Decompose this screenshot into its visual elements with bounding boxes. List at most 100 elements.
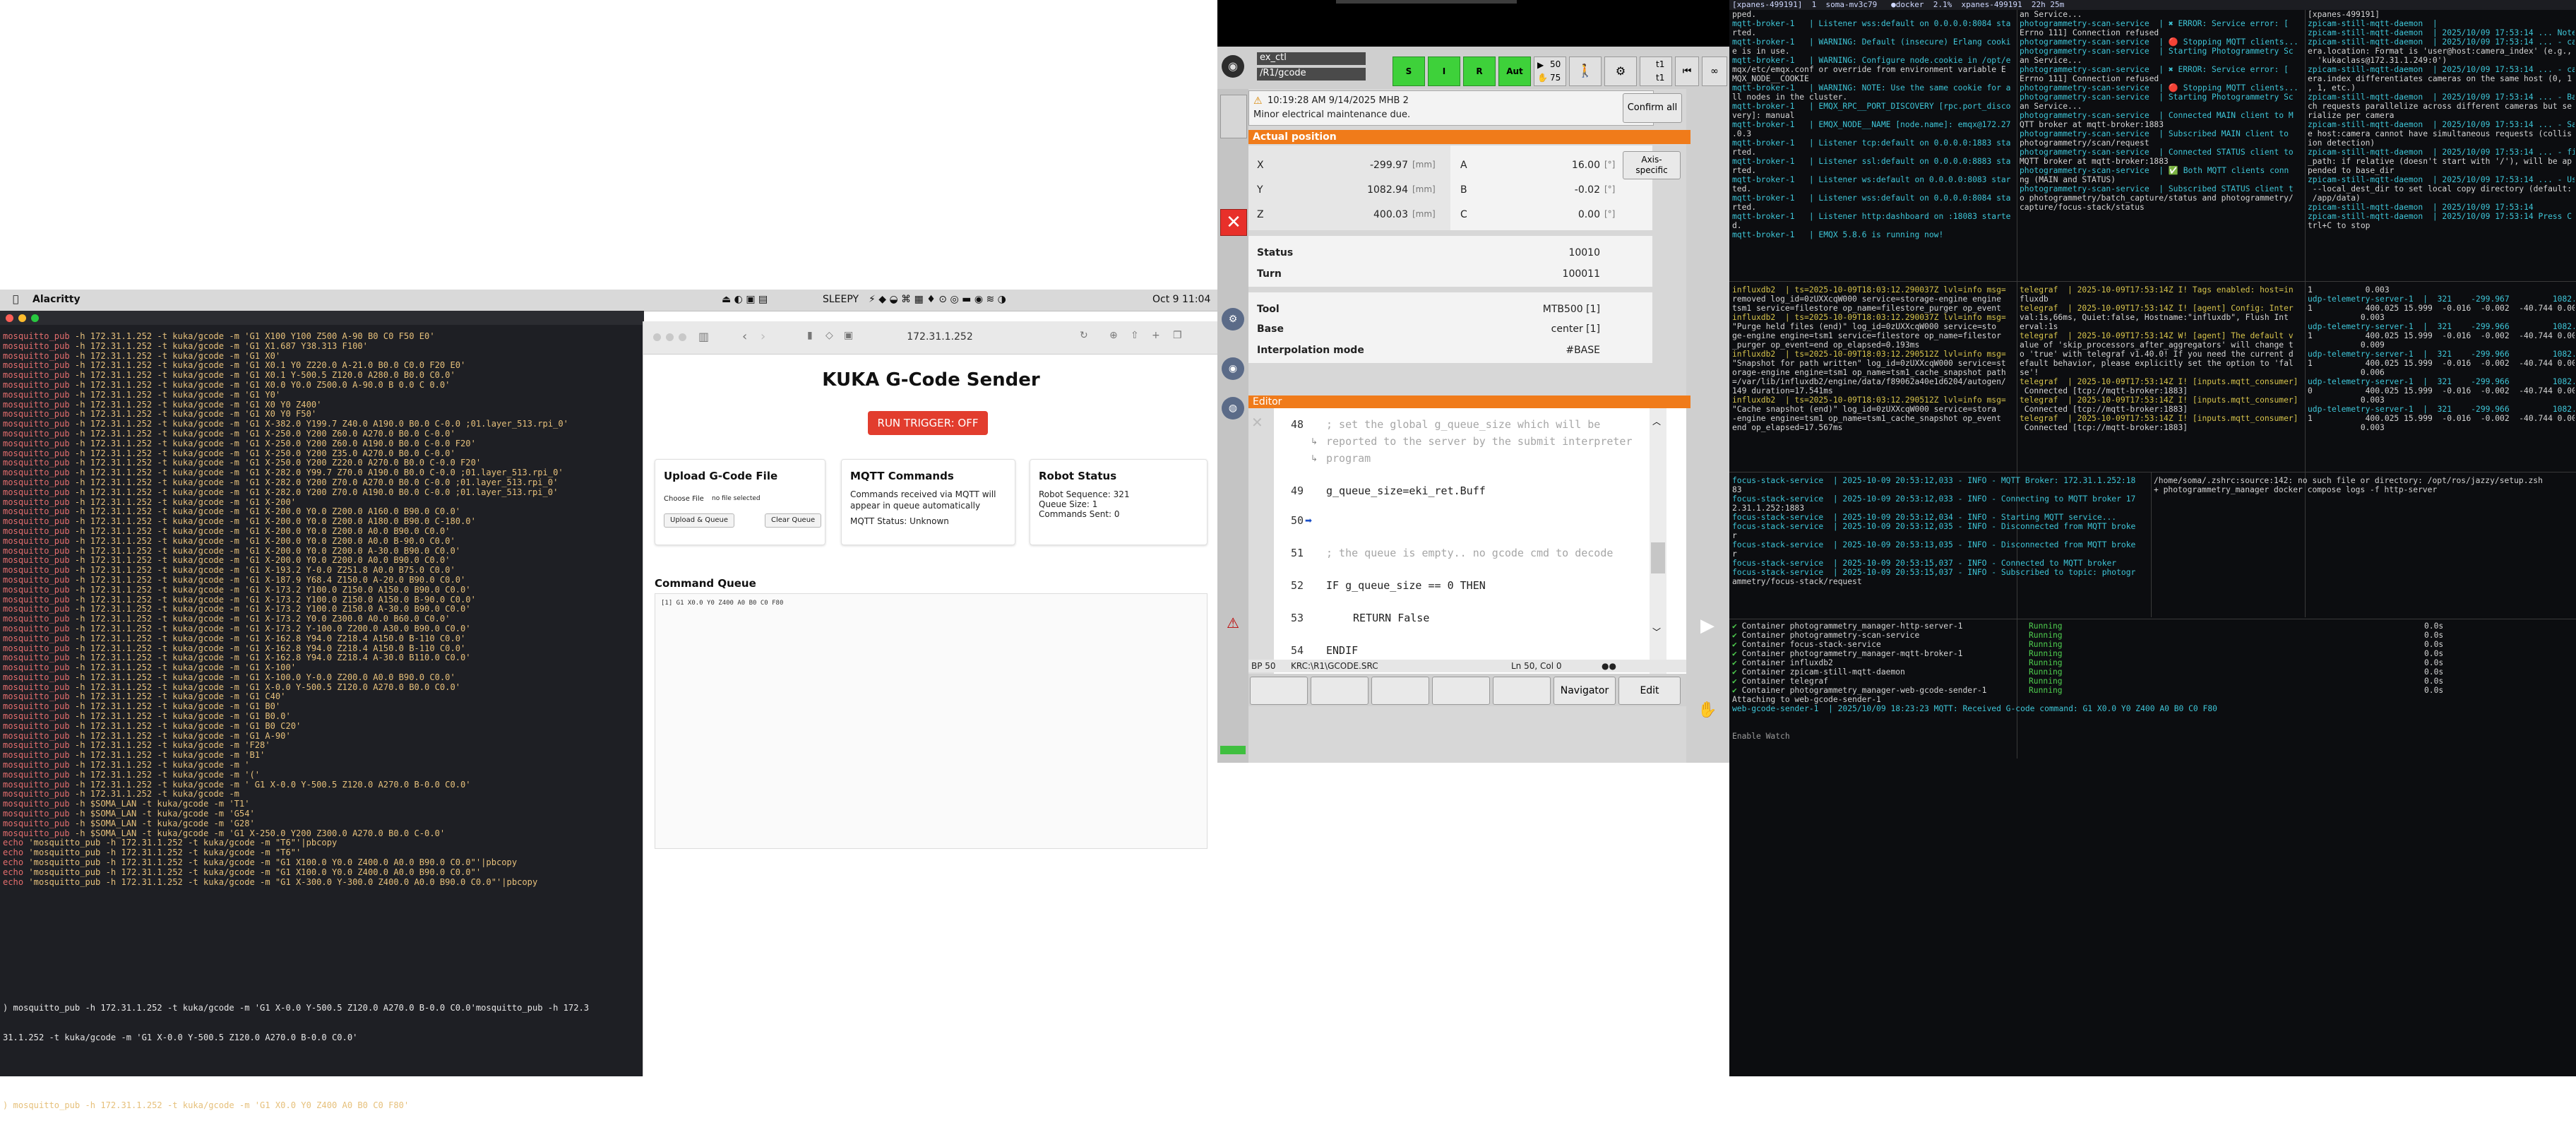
axis-y-unit: [mm]: [1412, 184, 1436, 194]
pane-shell[interactable]: /home/soma/.zshrc:source:142: no such fi…: [2154, 476, 2575, 617]
alacritty-window[interactable]: mosquitto_pub -h 172.31.1.252 -t kuka/gc…: [0, 311, 644, 1110]
container-time: 0.0s: [2424, 658, 2444, 667]
status-button-s[interactable]: S: [1393, 56, 1425, 86]
axis-a-label: A: [1460, 160, 1467, 171]
navigator-button[interactable]: Navigator: [1554, 677, 1616, 705]
new-tab-icon[interactable]: +: [1152, 330, 1160, 341]
jog-indicator[interactable]: t1 t1: [1640, 56, 1672, 86]
log-line: o 'true' with telegraf v1.40.0! If you n…: [2020, 350, 2294, 359]
status-button-aut[interactable]: Aut: [1498, 56, 1531, 86]
menubar-status-text[interactable]: SLEEPY: [823, 294, 859, 305]
apple-icon[interactable]: : [13, 294, 18, 305]
pane-telegraf[interactable]: telegraf | 2025-10-09T17:53:14Z I! Tags …: [2020, 285, 2302, 469]
history-line: mosquitto_pub -h 172.31.1.252 -t kuka/gc…: [3, 545, 461, 556]
download-icon[interactable]: ⊕: [1109, 330, 1118, 341]
pane-web-gcode-sender[interactable]: ✔ Container photogrammetry_manager-http-…: [1732, 622, 2572, 763]
mac-menubar:  Alacritty ⏏ ◐ ▣ ▤ SLEEPY ⚡ ◆ ◒ ⌘ ▦ ♦ ⊙…: [0, 290, 1217, 311]
zoom-button[interactable]: [31, 314, 39, 322]
terminal-prompt-area[interactable]: ) mosquitto_pub -h 172.31.1.252 -t kuka/…: [3, 983, 642, 1130]
kuka-robot-icon[interactable]: ◉: [1222, 357, 1244, 380]
mqtt-card: MQTT Commands Commands received via MQTT…: [841, 459, 1015, 545]
start-icon[interactable]: ▶: [1693, 612, 1722, 640]
pane-udp-telemetry[interactable]: 1 0.003 udp-telemetry-server-1 | 321 -299…: [2308, 285, 2575, 469]
kuka-menu-icon[interactable]: ⚙: [1222, 308, 1244, 331]
softkey-5[interactable]: [1493, 677, 1551, 705]
bookmark-icon[interactable]: ▮: [807, 330, 813, 341]
close-button[interactable]: [6, 314, 13, 322]
minimize-button[interactable]: [18, 314, 26, 322]
upload-queue-button[interactable]: Upload & Queue: [664, 513, 735, 528]
log-line: zpicam-still-mqtt-daemon | 2025/10/09 17…: [2308, 28, 2575, 37]
close-button[interactable]: [653, 333, 661, 341]
container-row: ✔ Container photogrammetry-scan-service R…: [1732, 631, 2572, 640]
tray-icons[interactable]: ⚡ ◆ ◒ ⌘ ▦ ♦ ⊙ ◎ ▬ ◉ ≋ ◑: [869, 294, 1006, 305]
stop-icon[interactable]: ⚠: [1222, 612, 1244, 634]
status-button-i[interactable]: I: [1428, 56, 1460, 86]
infinity-icon[interactable]: ∞: [1702, 56, 1727, 86]
zoom-button[interactable]: [679, 333, 686, 341]
override-indicator[interactable]: ▶ 50 ✋ 75: [1534, 56, 1566, 86]
log-line: "Cache snapshot (end)" log_id=0zUXXcqW00…: [1732, 405, 1997, 414]
status-button-r[interactable]: R: [1463, 56, 1496, 86]
tab-overview-icon[interactable]: ❐: [1173, 330, 1182, 341]
softkey-1[interactable]: [1250, 677, 1308, 705]
program-path[interactable]: /R1/gcode: [1257, 68, 1366, 81]
history-line: mosquitto_pub -h 172.31.1.252 -t kuka/gc…: [3, 653, 471, 663]
container-name: Container photogrammetry_manager-mqtt-br…: [1741, 649, 1963, 658]
softkey-4[interactable]: [1432, 677, 1490, 705]
close-icon[interactable]: ✕: [1220, 209, 1247, 236]
kuka-logo-icon[interactable]: ◉: [1222, 55, 1244, 78]
side-key-group[interactable]: [1220, 95, 1247, 138]
softkey-3[interactable]: [1371, 677, 1429, 705]
sidebar-icon[interactable]: ▥: [698, 330, 709, 343]
jog-bottom: t1: [1656, 73, 1665, 83]
log-line: orage-engine engine=tsm1 op_name=tsm1_ca…: [1732, 368, 2006, 377]
axis-specific-button[interactable]: Axis- specific: [1623, 151, 1681, 179]
history-line: mosquitto_pub -h 172.31.1.252 -t kuka/gc…: [3, 477, 559, 487]
extension-icon[interactable]: ▣: [844, 330, 853, 341]
history-line: mosquitto_pub -h 172.31.1.252 -t kuka/gc…: [3, 448, 455, 458]
jog-mode-icon[interactable]: ⚙: [1604, 56, 1637, 86]
share-icon[interactable]: ⇧: [1131, 330, 1139, 341]
robot-icon[interactable]: 🚶: [1569, 56, 1602, 86]
pane-focus-stack[interactable]: focus-stack-service | 2025-10-09 20:53:1…: [1732, 476, 2149, 617]
reload-icon[interactable]: ↻: [1080, 330, 1088, 341]
softkey-2[interactable]: [1311, 677, 1368, 705]
status-value: 10010: [1568, 247, 1600, 258]
run-trigger-button[interactable]: RUN TRIGGER: OFF: [868, 411, 988, 435]
jog-hand-icon[interactable]: ✋: [1693, 696, 1722, 725]
scroll-down-icon[interactable]: ﹀: [1652, 626, 1661, 638]
shield-icon[interactable]: ◇: [825, 330, 833, 341]
pane-influxdb[interactable]: influxdb2 | ts=2025-10-09T18:03:12.29003…: [1732, 285, 2015, 469]
menubar-app-name[interactable]: Alacritty: [32, 294, 80, 305]
program-name[interactable]: ex_ctl: [1257, 52, 1366, 65]
clear-queue-button[interactable]: Clear Queue: [765, 513, 822, 528]
tmux-terminal[interactable]: [xpanes-499191] 1 soma-mv3c79 ●docker 2.…: [1729, 0, 2576, 1076]
choose-file-button[interactable]: Choose File: [664, 493, 704, 506]
log-line: udp-telemetry-server-1 | 321 -299.967 10…: [2308, 295, 2575, 304]
scroll-up-icon[interactable]: ︿: [1652, 415, 1661, 427]
address-bar[interactable]: 172.31.1.252: [869, 328, 1010, 345]
log-line: Attaching to web-gcode-sender-1: [1732, 695, 1881, 704]
confirm-all-button[interactable]: Confirm all: [1623, 93, 1682, 123]
forward-icon[interactable]: ›: [761, 329, 765, 344]
pane-photogrammetry-scan[interactable]: an Service... photogrammetry-scan-service…: [2020, 10, 2302, 264]
kuka-keyboard-icon[interactable]: ◍: [1222, 397, 1244, 420]
edit-button[interactable]: Edit: [1618, 677, 1681, 705]
increment-icon[interactable]: ⏮: [1675, 56, 1699, 86]
history-line: echo 'mosquitto_pub -h 172.31.1.252 -t k…: [3, 838, 338, 848]
minimize-button[interactable]: [666, 333, 674, 341]
pane-mqtt-broker[interactable]: pped. mqtt-broker-1 | Listener wss:defaul…: [1732, 10, 2015, 264]
container-name: Container focus-stack-service: [1741, 640, 1881, 649]
history-line: mosquitto_pub -h 172.31.1.252 -t kuka/gc…: [3, 623, 471, 634]
editor-close-icon[interactable]: ✕: [1251, 414, 1263, 431]
container-name: Container photogrammetry_manager-web-gco…: [1741, 686, 1987, 695]
menubar-datetime[interactable]: Oct 9 11:04: [1152, 294, 1210, 305]
pane-zpicam[interactable]: [xpanes-499191] zpicam-still-mqtt-daemon …: [2308, 10, 2575, 285]
back-icon[interactable]: ‹: [742, 329, 747, 344]
log-line: focus-stack-service | 2025-10-09 20:53:1…: [1732, 476, 2136, 485]
axis-z-unit: [mm]: [1412, 209, 1436, 219]
scroll-thumb[interactable]: [1651, 542, 1665, 573]
base-label: Base: [1257, 323, 1284, 335]
axis-c-label: C: [1460, 209, 1467, 220]
